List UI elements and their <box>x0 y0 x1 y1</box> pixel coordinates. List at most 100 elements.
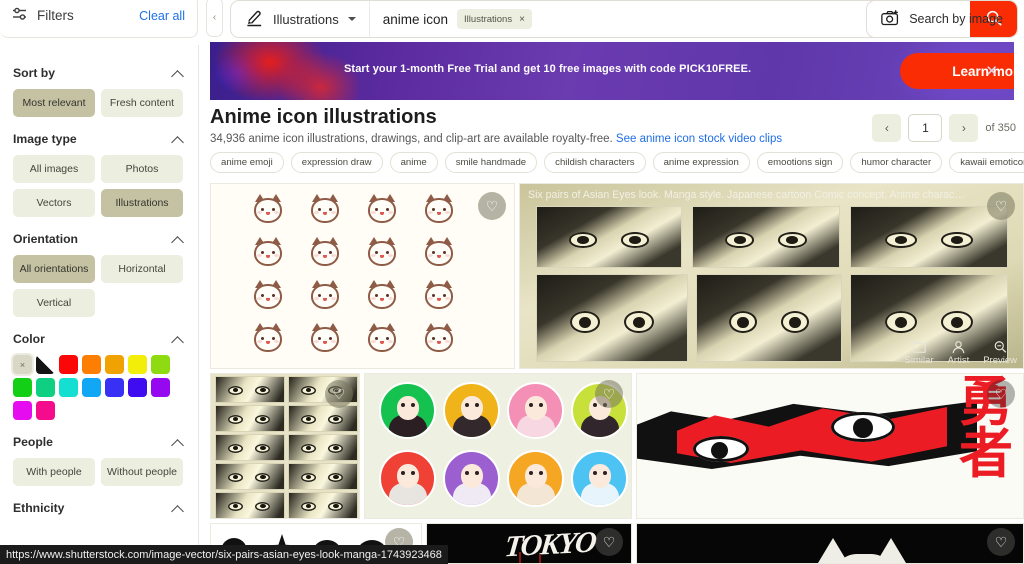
color-swatch-0[interactable] <box>11 353 34 376</box>
filter-option-vectors[interactable]: Vectors <box>13 189 95 217</box>
favorite-button[interactable]: ♡ <box>987 380 1015 408</box>
asset-type-label: Illustrations <box>273 11 339 27</box>
pagination-next-button[interactable]: › <box>949 114 979 142</box>
color-swatch-13[interactable] <box>151 378 170 397</box>
cat-emoji <box>308 237 342 267</box>
color-swatch-6[interactable] <box>151 355 170 374</box>
filter-option-all-images[interactable]: All images <box>13 155 95 183</box>
chevron-up-icon[interactable] <box>172 333 185 346</box>
color-swatch-14[interactable] <box>13 401 32 420</box>
keyword-chip-anime-emoji[interactable]: anime emoji <box>210 152 284 173</box>
keyword-chip-kawaii-emoticon[interactable]: kawaii emoticon <box>949 152 1024 173</box>
search-filter-chip[interactable]: Illustrations × <box>457 9 532 29</box>
filters-sidebar: Filters Clear all Sort by Most relevant … <box>0 0 200 564</box>
filter-section-header[interactable]: Sort by <box>13 55 185 89</box>
cat-emoji <box>422 323 456 353</box>
color-swatch-11[interactable] <box>105 378 124 397</box>
color-swatch-1[interactable] <box>36 355 55 374</box>
manga-eye-panel <box>288 492 358 518</box>
favorite-button[interactable]: ♡ <box>987 528 1015 556</box>
keyword-chip-childish-characters[interactable]: childish characters <box>544 152 646 173</box>
similar-action[interactable]: Similar <box>905 340 934 366</box>
cat-emoji <box>308 280 342 310</box>
close-icon[interactable]: × <box>519 14 525 25</box>
manga-eye-panel <box>215 463 285 490</box>
filter-option-fresh-content[interactable]: Fresh content <box>101 89 183 117</box>
filter-section-header[interactable]: Color <box>13 321 185 355</box>
filter-section-header[interactable]: People <box>13 424 185 458</box>
keyword-chip-humor-character[interactable]: humor character <box>850 152 943 173</box>
favorite-button[interactable]: ♡ <box>478 192 506 220</box>
anime-badge <box>443 450 500 507</box>
keyword-chip-expression-draw[interactable]: expression draw <box>290 152 383 173</box>
filter-option-illustrations[interactable]: Illustrations <box>101 189 183 217</box>
pagination-page-input[interactable]: 1 <box>908 114 943 142</box>
filters-icon <box>12 6 28 25</box>
filter-option-vertical[interactable]: Vertical <box>13 289 95 317</box>
filter-option-with-people[interactable]: With people <box>13 458 95 486</box>
filter-section-header[interactable]: Orientation <box>13 221 185 255</box>
color-swatch-7[interactable] <box>13 378 32 397</box>
status-bar-url: https://www.shutterstock.com/image-vecto… <box>6 548 442 561</box>
cat-emoji <box>422 194 456 224</box>
filter-section-header[interactable]: Image type <box>13 121 185 155</box>
stock-video-clips-link[interactable]: See anime icon stock video clips <box>616 133 782 145</box>
anime-badge <box>571 450 628 507</box>
keyword-chip-smile-handmade[interactable]: smile handmade <box>444 152 538 173</box>
result-tile-anime-girl-badges[interactable]: ♡ <box>364 373 632 519</box>
filter-option-horizontal[interactable]: Horizontal <box>101 255 183 283</box>
color-swatch-9[interactable] <box>59 378 78 397</box>
chevron-down-icon[interactable] <box>347 17 356 21</box>
filter-option-most-relevant[interactable]: Most relevant <box>13 89 95 117</box>
favorite-button[interactable]: ♡ <box>595 380 623 408</box>
chevron-up-icon[interactable] <box>172 436 185 449</box>
result-tile-asian-eyes-manga[interactable]: Six pairs of Asian Eyes look. Manga styl… <box>519 183 1024 369</box>
chevron-up-icon[interactable] <box>172 233 185 246</box>
color-swatch-3[interactable] <box>82 355 101 374</box>
tile-hover-actions: Similar Artist Preview <box>905 340 1017 366</box>
filter-section-header[interactable]: Ethnicity <box>13 490 185 524</box>
color-swatch-4[interactable] <box>105 355 124 374</box>
pagination-prev-button[interactable]: ‹ <box>872 114 902 142</box>
filters-header: Filters Clear all <box>0 0 198 38</box>
chevron-up-icon[interactable] <box>172 133 185 146</box>
result-tile-manga-eyes-strip[interactable]: ♡ <box>210 373 360 519</box>
cat-emoji <box>365 323 399 353</box>
search-query-text: anime icon <box>382 11 449 27</box>
result-tile-red-black-eyes[interactable]: 勇者 ♡ <box>636 373 1024 519</box>
artist-action[interactable]: Artist <box>948 340 969 366</box>
keyword-chip-emootions-sign[interactable]: emootions sign <box>756 152 844 173</box>
color-swatch-2[interactable] <box>59 355 78 374</box>
cat-emoji <box>422 280 456 310</box>
color-swatch-5[interactable] <box>128 355 147 374</box>
color-swatch-15[interactable] <box>36 401 55 420</box>
results-count-text: 34,936 anime icon illustrations, drawing… <box>210 133 616 145</box>
color-swatch-8[interactable] <box>36 378 55 397</box>
preview-icon <box>994 341 1006 353</box>
filter-option-photos[interactable]: Photos <box>101 155 183 183</box>
filter-option-all-orientations[interactable]: All orientations <box>13 255 95 283</box>
promo-banner: Start your 1-month Free Trial and get 10… <box>210 42 1014 100</box>
favorite-button[interactable]: ♡ <box>325 380 353 408</box>
chevron-up-icon[interactable] <box>172 502 185 515</box>
camera-plus-icon <box>881 9 900 30</box>
search-by-image-button[interactable]: Search by image <box>866 0 1018 38</box>
preview-action[interactable]: Preview <box>983 340 1017 366</box>
color-swatch-10[interactable] <box>82 378 101 397</box>
result-tile-tokyo-graffiti[interactable]: TOKYO ♡ <box>426 523 632 564</box>
keyword-chip-anime[interactable]: anime <box>389 152 438 173</box>
favorite-button[interactable]: ♡ <box>595 528 623 556</box>
result-tile-cat-emoji-sheet[interactable]: ♡ <box>210 183 515 369</box>
color-swatch-12[interactable] <box>128 378 147 397</box>
similar-icon <box>912 341 926 353</box>
filter-option-without-people[interactable]: Without people <box>101 458 183 486</box>
manga-eye-panel <box>288 405 358 432</box>
result-tile-black-cat-ears[interactable]: ♡ <box>636 523 1024 564</box>
close-icon[interactable]: ✕ <box>985 62 998 80</box>
favorite-button[interactable]: ♡ <box>987 192 1015 220</box>
clear-all-button[interactable]: Clear all <box>139 9 185 23</box>
collapse-sidebar-button[interactable]: ‹ <box>206 0 223 37</box>
asset-type-dropdown[interactable]: Illustrations <box>231 1 370 37</box>
chevron-up-icon[interactable] <box>172 67 185 80</box>
keyword-chip-anime-expression[interactable]: anime expression <box>652 152 750 173</box>
